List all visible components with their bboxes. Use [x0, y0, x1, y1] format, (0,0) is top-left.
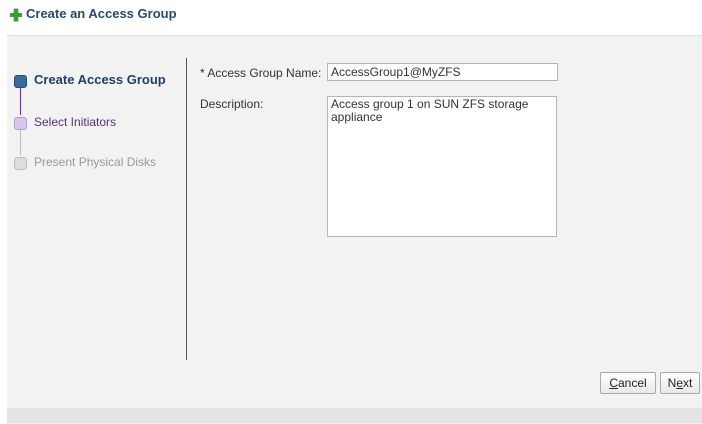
- access-key-letter: C: [609, 376, 618, 390]
- access-key-letter: e: [676, 376, 683, 390]
- train-step-label: Create Access Group: [34, 72, 166, 87]
- train-step-label: Select Initiators: [34, 115, 117, 129]
- train-step-label: Present Physical Disks: [34, 155, 157, 169]
- train-connector: [20, 130, 21, 155]
- step-disabled-marker-icon: [14, 157, 27, 170]
- description-label: Description:: [200, 97, 264, 111]
- green-plus-icon: [10, 8, 22, 22]
- bottom-band: [7, 408, 702, 423]
- next-button[interactable]: Next: [660, 372, 700, 394]
- train-connector: [20, 87, 21, 115]
- access-group-name-label: * Access Group Name:: [200, 66, 322, 80]
- access-group-name-input[interactable]: [327, 63, 558, 81]
- cancel-button[interactable]: Cancel: [600, 372, 656, 394]
- description-textarea[interactable]: Access group 1 on SUN ZFS storage applia…: [327, 96, 557, 237]
- vertical-divider: [186, 58, 187, 360]
- dialog-title: Create an Access Group: [26, 6, 177, 21]
- step-current-marker-icon: [14, 75, 27, 88]
- step-next-marker-icon: [14, 117, 27, 130]
- dialog-header: Create an Access Group: [0, 0, 702, 34]
